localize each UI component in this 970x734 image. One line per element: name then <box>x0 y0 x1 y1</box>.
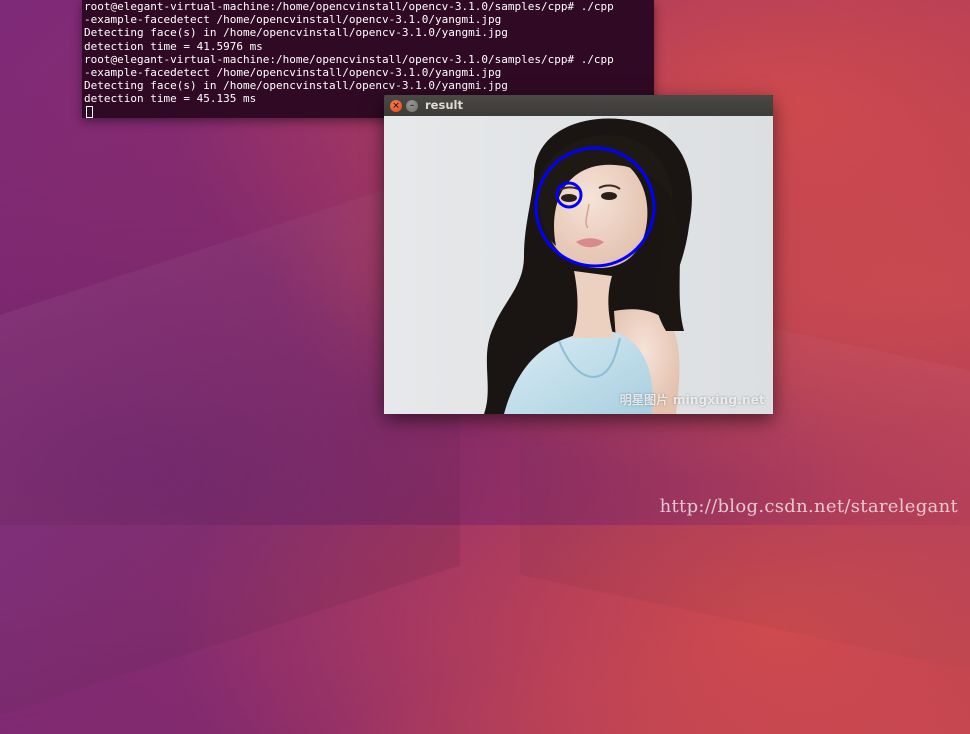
terminal-line: root@elegant-virtual-machine:/home/openc… <box>84 52 614 66</box>
close-icon[interactable]: × <box>390 100 402 112</box>
photo-watermark: 明星图片 mingxing.net <box>619 393 765 407</box>
terminal-line: Detecting face(s) in /home/opencvinstall… <box>84 79 508 93</box>
result-image: 明星图片 mingxing.net <box>384 116 773 414</box>
window-titlebar[interactable]: × – result <box>384 95 773 116</box>
portrait-photo <box>384 116 773 414</box>
window-title: result <box>425 98 463 112</box>
blog-watermark: http://blog.csdn.net/starelegant <box>659 496 958 517</box>
text-cursor <box>86 105 93 118</box>
terminal-line: root@elegant-virtual-machine:/home/openc… <box>84 0 614 13</box>
result-window[interactable]: × – result 明星图片 mingxing.net <box>384 95 773 414</box>
minimize-icon[interactable]: – <box>406 100 418 112</box>
terminal-line: Detecting face(s) in /home/opencvinstall… <box>84 26 508 40</box>
terminal-line: detection time = 41.5976 ms <box>84 39 263 53</box>
terminal-line: -example-facedetect /home/opencvinstall/… <box>84 66 502 80</box>
terminal-line: -example-facedetect /home/opencvinstall/… <box>84 13 502 27</box>
